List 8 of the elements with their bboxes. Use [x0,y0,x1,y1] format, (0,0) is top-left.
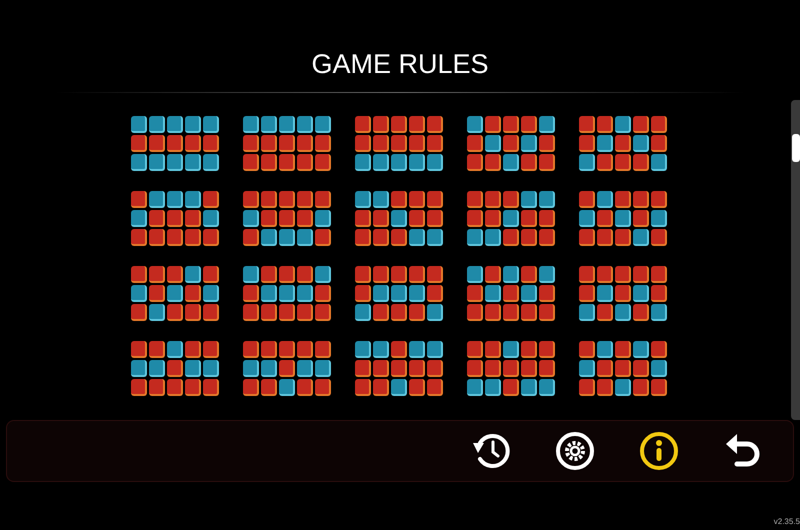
scrollbar-thumb[interactable] [792,134,800,162]
settings-icon [555,431,595,471]
settings-button[interactable] [553,429,597,473]
info-button[interactable] [637,429,681,473]
history-icon [470,431,512,471]
version-label: v2.35.5 [774,516,800,528]
page-title: GAME RULES [311,48,489,80]
info-icon [639,431,679,471]
